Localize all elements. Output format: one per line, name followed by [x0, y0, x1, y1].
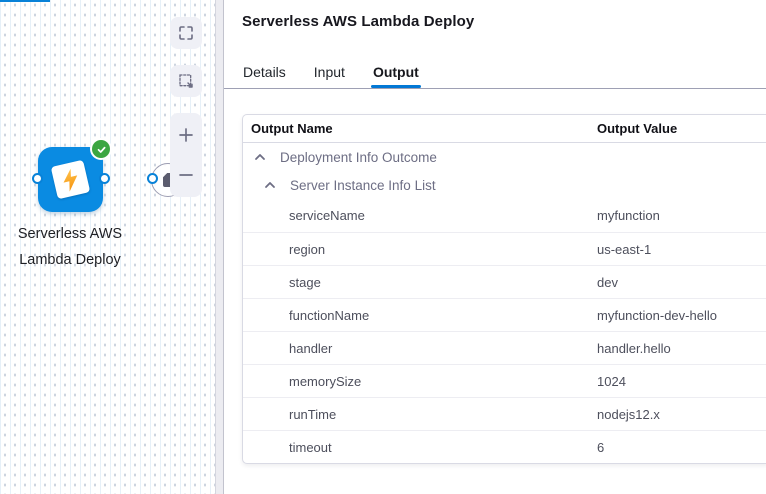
outgoing-connector-line — [0, 0, 50, 2]
app-window: Serverless AWS Lambda Deploy — [0, 0, 766, 494]
success-status-badge — [92, 140, 110, 158]
output-name: memorySize — [243, 374, 594, 389]
node-input-port[interactable] — [32, 173, 43, 184]
output-row: serviceNamemyfunction — [243, 199, 766, 232]
tab-bar: Details Input Output — [224, 55, 766, 89]
output-value: nodejs12.x — [594, 407, 766, 422]
serverless-lambda-icon — [51, 160, 91, 200]
chevron-up-icon[interactable] — [264, 180, 276, 190]
output-name: serviceName — [243, 208, 594, 223]
output-value: us-east-1 — [594, 242, 766, 257]
output-name: handler — [243, 341, 594, 356]
chevron-up-icon[interactable] — [254, 152, 266, 162]
tab-details[interactable]: Details — [243, 55, 286, 88]
panel-title: Serverless AWS Lambda Deploy — [242, 13, 474, 30]
check-icon — [96, 144, 107, 155]
node-label-line1: Serverless AWS — [0, 221, 140, 247]
output-value: 1024 — [594, 374, 766, 389]
plus-icon — [177, 126, 195, 144]
output-name: functionName — [243, 308, 594, 323]
pipeline-canvas[interactable]: Serverless AWS Lambda Deploy — [0, 0, 215, 494]
output-name: runTime — [243, 407, 594, 422]
output-value: handler.hello — [594, 341, 766, 356]
output-row: handlerhandler.hello — [243, 331, 766, 364]
column-header-output-value: Output Value — [594, 121, 766, 136]
node-label: Serverless AWS Lambda Deploy — [0, 221, 140, 273]
zoom-out-button[interactable] — [170, 156, 202, 194]
zoom-in-button[interactable] — [170, 116, 202, 154]
output-value: myfunction-dev-hello — [594, 308, 766, 323]
marquee-select-icon — [178, 73, 194, 89]
output-value: 6 — [594, 440, 766, 455]
canvas-toolbar — [170, 17, 202, 197]
serverless-lambda-deploy-node[interactable] — [38, 147, 103, 212]
group-label: Server Instance Info List — [290, 178, 436, 193]
output-row: functionNamemyfunction-dev-hello — [243, 298, 766, 331]
output-row: runTimenodejs12.x — [243, 397, 766, 430]
output-name: stage — [243, 275, 594, 290]
output-row: regionus-east-1 — [243, 232, 766, 265]
node-output-port[interactable] — [99, 173, 110, 184]
lightning-bolt-icon — [58, 166, 83, 194]
panel-resizer-handle[interactable] — [215, 0, 224, 494]
fit-to-screen-button[interactable] — [170, 17, 202, 49]
output-row: memorySize1024 — [243, 364, 766, 397]
column-header-output-name: Output Name — [243, 121, 594, 136]
marquee-select-button[interactable] — [170, 65, 202, 97]
output-value: myfunction — [594, 208, 766, 223]
group-label: Deployment Info Outcome — [280, 150, 437, 165]
minus-icon — [177, 166, 195, 184]
node-label-line2: Lambda Deploy — [0, 247, 140, 273]
tab-input[interactable]: Input — [314, 55, 345, 88]
group-row[interactable]: Server Instance Info List — [243, 171, 766, 199]
output-table: Output Name Output Value Deployment Info… — [242, 114, 766, 464]
output-row: stagedev — [243, 265, 766, 298]
step-details-panel: Serverless AWS Lambda Deploy Details Inpu… — [224, 0, 766, 494]
output-row: timeout6 — [243, 430, 766, 463]
group-row[interactable]: Deployment Info Outcome — [243, 143, 766, 171]
edge-connector-port[interactable] — [147, 173, 158, 184]
output-name: region — [243, 242, 594, 257]
output-table-header: Output Name Output Value — [243, 115, 766, 143]
tab-output[interactable]: Output — [373, 55, 419, 88]
output-value: dev — [594, 275, 766, 290]
output-table-body: Deployment Info Outcome Server Instance I… — [243, 143, 766, 463]
fullscreen-icon — [178, 25, 194, 41]
zoom-controls — [170, 113, 202, 197]
output-name: timeout — [243, 440, 594, 455]
